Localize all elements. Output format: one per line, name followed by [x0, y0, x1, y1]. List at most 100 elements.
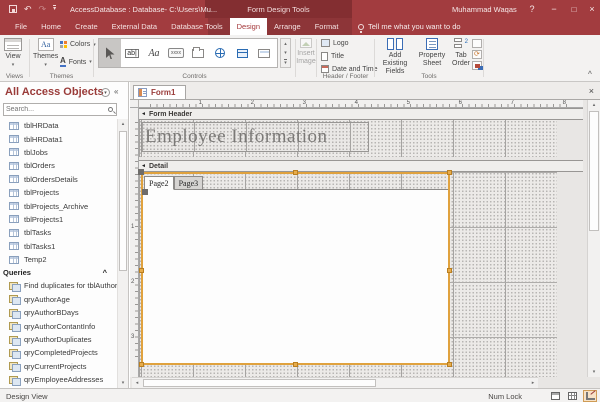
- collapse-ribbon-icon[interactable]: ^: [588, 71, 592, 78]
- user-name[interactable]: Muhammad Waqas: [452, 5, 517, 14]
- ribbon-tab[interactable]: Database Tools: [164, 18, 230, 35]
- property-sheet-button[interactable]: Property Sheet: [416, 38, 448, 68]
- subform-new-window-icon[interactable]: [472, 39, 482, 48]
- nav-table-item[interactable]: tblProjects1: [0, 213, 117, 226]
- convert-macros-icon[interactable]: [472, 61, 482, 70]
- label-control[interactable]: Aa: [143, 39, 165, 67]
- text-box-control[interactable]: ab|: [121, 39, 143, 67]
- minimize-button[interactable]: −: [546, 0, 562, 18]
- nav-query-item[interactable]: qryAuthorContantInfo: [0, 319, 117, 332]
- nav-table-item[interactable]: tblOrders: [0, 159, 117, 172]
- resize-handle-left[interactable]: [139, 268, 144, 273]
- tab-order-button[interactable]: Tab Order: [449, 38, 473, 68]
- page-body[interactable]: [143, 189, 448, 363]
- tell-me-box[interactable]: Tell me what you want to do: [358, 18, 461, 35]
- undo-icon[interactable]: ↶: [24, 5, 32, 14]
- nav-table-item[interactable]: Temp2: [0, 253, 117, 266]
- resize-handle-bottom[interactable]: [293, 362, 298, 367]
- detail-section-bar[interactable]: ◄ Detail: [139, 160, 583, 172]
- ribbon-tab[interactable]: Design: [230, 18, 267, 35]
- resize-handle-top[interactable]: [293, 170, 298, 175]
- page-tab[interactable]: Page3: [174, 176, 204, 190]
- horizontal-ruler[interactable]: 12345678: [139, 100, 583, 108]
- shutter-bar-close-icon[interactable]: «: [114, 87, 118, 96]
- resize-handle-bottom-right[interactable]: [447, 362, 452, 367]
- vertical-scrollbar[interactable]: ▴ ▾: [587, 100, 600, 377]
- scroll-down-icon[interactable]: ▾: [118, 378, 128, 388]
- close-button[interactable]: ×: [584, 0, 600, 18]
- nav-query-item[interactable]: Find duplicates for tblAuthors: [0, 279, 117, 292]
- nav-table-item[interactable]: tblOrdersDetails: [0, 173, 117, 186]
- resize-handle-right[interactable]: [447, 268, 452, 273]
- gallery-scrollbar[interactable]: ▴ ▾ ▾: [280, 38, 291, 68]
- button-control[interactable]: xxxx: [165, 39, 187, 67]
- ribbon-tab[interactable]: Create: [68, 18, 105, 35]
- ribbon-tab[interactable]: External Data: [105, 18, 164, 35]
- ribbon-tab[interactable]: File: [8, 18, 34, 35]
- datasheet-view-button[interactable]: [565, 390, 579, 402]
- page-tab[interactable]: Page2: [144, 176, 174, 190]
- move-handle[interactable]: [138, 169, 144, 175]
- save-icon[interactable]: [9, 5, 17, 13]
- nav-query-item[interactable]: qryAuthorBDays: [0, 306, 117, 319]
- search-icon[interactable]: [108, 107, 113, 112]
- collapse-group-icon[interactable]: ^: [103, 268, 107, 277]
- horizontal-scrollbar-thumb[interactable]: [143, 379, 376, 387]
- nav-scrollbar-thumb[interactable]: [119, 131, 127, 271]
- vertical-scrollbar-thumb[interactable]: [589, 111, 599, 231]
- nav-query-item[interactable]: qryAuthorAge: [0, 293, 117, 306]
- detail-grid[interactable]: Page2Page3: [139, 172, 557, 377]
- queries-section-header[interactable]: Queries ^: [0, 266, 117, 279]
- tab-control-selected[interactable]: Page2Page3: [141, 172, 450, 365]
- help-button[interactable]: ?: [524, 0, 540, 18]
- nav-menu-chevron-icon[interactable]: ▾: [101, 88, 110, 97]
- nav-table-item[interactable]: tblTasks1: [0, 240, 117, 253]
- nav-table-item[interactable]: tblTasks: [0, 226, 117, 239]
- scroll-up-icon[interactable]: ▴: [588, 100, 600, 110]
- resize-handle-top-right[interactable]: [447, 170, 452, 175]
- vertical-ruler[interactable]: 123: [130, 108, 139, 377]
- resize-handle-bottom-left[interactable]: [139, 362, 144, 367]
- form-header-grid[interactable]: Employee Information: [139, 120, 557, 157]
- select-pointer-control[interactable]: [99, 39, 121, 67]
- view-code-icon[interactable]: [472, 50, 482, 59]
- nav-scrollbar[interactable]: ▴ ▾: [117, 119, 128, 388]
- gallery-scroll-down-icon[interactable]: ▾: [284, 50, 287, 56]
- scroll-right-icon[interactable]: ▸: [528, 378, 538, 388]
- gallery-scroll-up-icon[interactable]: ▴: [284, 41, 287, 47]
- add-existing-fields-button[interactable]: Add Existing Fields: [376, 38, 414, 76]
- nav-table-item[interactable]: tblProjects: [0, 186, 117, 199]
- form1-document-tab[interactable]: Form1: [133, 85, 186, 99]
- logo-button[interactable]: Logo: [321, 39, 349, 47]
- form-header-section-bar[interactable]: ◄ Form Header: [139, 108, 583, 120]
- nav-pane-title[interactable]: All Access Objects: [5, 86, 104, 98]
- nav-query-item[interactable]: qryEmployeeAddresses: [0, 373, 117, 386]
- date-time-button[interactable]: Date and Time: [321, 65, 378, 73]
- scroll-left-icon[interactable]: ◂: [132, 378, 142, 388]
- nav-query-item[interactable]: qryCurrentProjects: [0, 360, 117, 373]
- view-button[interactable]: View ▾: [4, 38, 22, 69]
- nav-table-item[interactable]: tblHRData: [0, 119, 117, 132]
- nav-query-item[interactable]: qryAuthorDuplicates: [0, 333, 117, 346]
- web-browser-control[interactable]: [231, 39, 253, 67]
- title-button[interactable]: Title: [321, 52, 344, 61]
- form-title-label[interactable]: Employee Information: [141, 122, 369, 152]
- scroll-down-icon[interactable]: ▾: [588, 367, 600, 377]
- ribbon-tab[interactable]: Home: [34, 18, 68, 35]
- hyperlink-control[interactable]: [209, 39, 231, 67]
- nav-query-item[interactable]: qryCompletedProjects: [0, 346, 117, 359]
- colors-button[interactable]: Colors ▾: [60, 41, 96, 48]
- scroll-up-icon[interactable]: ▴: [118, 119, 128, 129]
- gallery-more-icon[interactable]: ▾: [284, 59, 287, 66]
- nav-table-item[interactable]: tblHRData1: [0, 132, 117, 145]
- search-input[interactable]: [6, 105, 102, 114]
- customize-qat-icon[interactable]: ▾: [53, 5, 56, 13]
- fonts-button[interactable]: A Fonts ▾: [60, 57, 92, 67]
- nav-table-item[interactable]: tblProjects_Archive: [0, 199, 117, 212]
- nav-table-item[interactable]: tblJobs: [0, 146, 117, 159]
- form-view-button[interactable]: [548, 390, 562, 402]
- ribbon-tab[interactable]: Format: [308, 18, 346, 35]
- maximize-button[interactable]: □: [566, 0, 582, 18]
- ribbon-tab[interactable]: Arrange: [267, 18, 308, 35]
- design-view-button[interactable]: [583, 390, 597, 402]
